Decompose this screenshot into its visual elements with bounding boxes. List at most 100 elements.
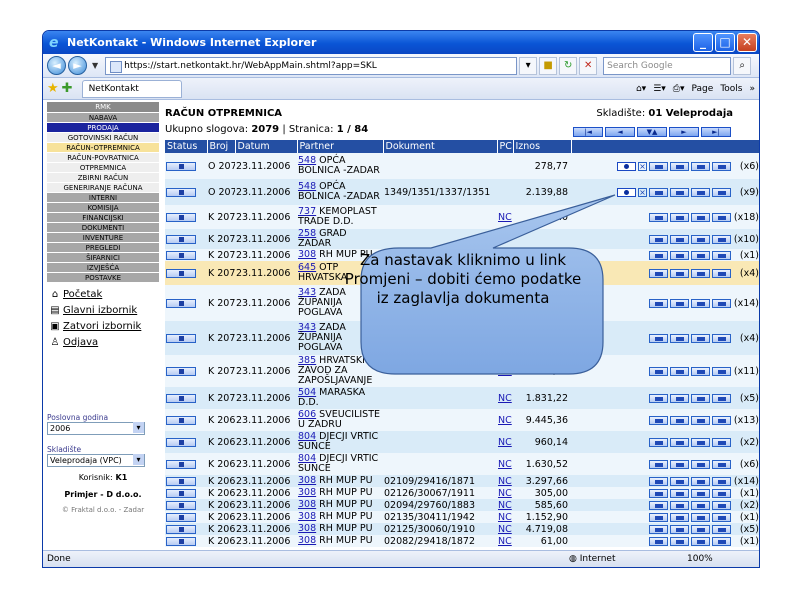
pc-link[interactable]: NC xyxy=(498,212,512,223)
edit-button[interactable] xyxy=(670,268,689,278)
sidebar-item-rmk[interactable]: RMK xyxy=(47,102,159,113)
history-dropdown-icon[interactable]: ▼ xyxy=(92,61,98,70)
edit-button[interactable] xyxy=(670,366,689,376)
list-button[interactable] xyxy=(712,298,731,308)
sidebar-link-1[interactable]: ▤ Glavni izbornik xyxy=(47,303,159,319)
edit-button[interactable] xyxy=(670,212,689,222)
change-button[interactable] xyxy=(617,161,636,171)
partner-link[interactable]: 308 xyxy=(298,535,316,546)
edit-button[interactable] xyxy=(670,488,689,498)
partner-link[interactable]: 308 xyxy=(298,249,316,260)
view-button[interactable] xyxy=(649,393,668,403)
sidebar-item-zbirni-račun[interactable]: ZBIRNI RAČUN xyxy=(47,173,159,183)
list-button[interactable] xyxy=(712,393,731,403)
edit-button[interactable] xyxy=(670,187,689,197)
table-row[interactable]: O 207823.11.2006548 OPĆA BOLNICA -ZADAR1… xyxy=(165,179,759,205)
sidebar-item-financijski[interactable]: FINANCIJSKI xyxy=(47,213,159,223)
status-icon[interactable] xyxy=(166,437,196,447)
print-button[interactable] xyxy=(691,512,710,522)
print-button[interactable] xyxy=(691,459,710,469)
maximize-button[interactable]: □ xyxy=(715,33,735,52)
status-icon[interactable] xyxy=(166,476,196,486)
table-row[interactable]: K 206923.11.2006606 SVEUČILIŠTE U ZADRU N… xyxy=(165,409,759,431)
view-button[interactable] xyxy=(649,234,668,244)
print-button[interactable] xyxy=(691,415,710,425)
edit-button[interactable] xyxy=(670,415,689,425)
table-row[interactable]: K 206623.11.2006308 RH MUP PU02109/29416… xyxy=(165,475,759,487)
delete-icon[interactable]: × xyxy=(638,161,647,171)
change-button[interactable] xyxy=(617,187,636,197)
table-row[interactable]: K 206723.11.2006804 DJEČJI VRTIĆ SUNCE NC… xyxy=(165,453,759,475)
table-row[interactable]: K 207023.11.2006504 MARASKA D.D. NC1.831,… xyxy=(165,387,759,409)
sidebar-item-postavke[interactable]: POSTAVKE xyxy=(47,273,159,283)
close-button[interactable]: ✕ xyxy=(737,33,757,52)
pc-link[interactable]: NC xyxy=(498,476,512,487)
table-row[interactable]: K 207223.11.2006343 ZADA ŽUPANIJA POGLAV… xyxy=(165,321,759,355)
status-icon[interactable] xyxy=(166,212,196,222)
table-row[interactable]: K 207123.11.2006385 HRVATSKI ZAVOD ZA ZA… xyxy=(165,355,759,387)
print-button[interactable] xyxy=(691,437,710,447)
print-button[interactable] xyxy=(691,187,710,197)
list-button[interactable] xyxy=(712,268,731,278)
status-icon[interactable] xyxy=(166,393,196,403)
year-select[interactable]: 2006 xyxy=(47,422,145,435)
delete-icon[interactable]: × xyxy=(638,187,647,197)
add-favorite-icon[interactable]: ✚ xyxy=(62,81,73,96)
view-button[interactable] xyxy=(649,476,668,486)
view-button[interactable] xyxy=(649,298,668,308)
status-icon[interactable] xyxy=(166,298,196,308)
pc-link[interactable]: NC xyxy=(498,512,512,523)
print-button[interactable] xyxy=(691,536,710,546)
print-button[interactable] xyxy=(691,268,710,278)
list-button[interactable] xyxy=(712,488,731,498)
sidebar-link-2[interactable]: ▣ Zatvori izbornik xyxy=(47,319,159,335)
status-icon[interactable] xyxy=(166,187,196,197)
edit-button[interactable] xyxy=(670,234,689,244)
partner-link[interactable]: 308 xyxy=(298,487,316,498)
view-button[interactable] xyxy=(649,161,668,171)
search-icon[interactable]: ⌕ xyxy=(733,56,752,75)
back-icon[interactable]: ◄ xyxy=(47,56,66,75)
warehouse-select[interactable]: Veleprodaja (VPC) xyxy=(47,454,145,467)
lock-icon[interactable]: ■ xyxy=(539,56,558,75)
status-icon[interactable] xyxy=(166,536,196,546)
status-icon[interactable] xyxy=(166,415,196,425)
list-button[interactable] xyxy=(712,476,731,486)
status-icon[interactable] xyxy=(166,488,196,498)
list-button[interactable] xyxy=(712,437,731,447)
edit-button[interactable] xyxy=(670,333,689,343)
search-input[interactable]: Search Google xyxy=(603,56,732,75)
table-row[interactable]: K 207723.11.2006737 KEMOPLAST TRADE D.D.… xyxy=(165,205,759,229)
sidebar-link-0[interactable]: ⌂ Početak xyxy=(47,287,159,303)
list-button[interactable] xyxy=(712,212,731,222)
table-row[interactable]: K 207623.11.2006258 GRAD ZADAR (x10) xyxy=(165,229,759,249)
pager-button-0[interactable]: |◄ xyxy=(573,127,603,137)
status-icon[interactable] xyxy=(166,524,196,534)
stop-icon[interactable]: ✕ xyxy=(579,56,598,75)
list-button[interactable] xyxy=(712,250,731,260)
pc-link[interactable]: NC xyxy=(498,500,512,511)
pager-button-3[interactable]: ► xyxy=(669,127,699,137)
partner-link[interactable]: 308 xyxy=(298,511,316,522)
edit-button[interactable] xyxy=(670,437,689,447)
view-button[interactable] xyxy=(649,268,668,278)
status-icon[interactable] xyxy=(166,366,196,376)
edit-button[interactable] xyxy=(670,459,689,469)
view-button[interactable] xyxy=(649,524,668,534)
sidebar-item-izvješća[interactable]: IZVJEŠĆA xyxy=(47,263,159,273)
address-bar[interactable]: https://start.netkontakt.hr/WebAppMain.s… xyxy=(105,56,518,75)
zoom-level[interactable]: 100% xyxy=(687,551,713,567)
print-button[interactable] xyxy=(691,212,710,222)
home-icon[interactable]: ⌂▾ xyxy=(636,84,646,94)
view-button[interactable] xyxy=(649,333,668,343)
print-button[interactable] xyxy=(691,500,710,510)
pc-link[interactable]: NC xyxy=(498,459,512,470)
sidebar-item-inventure[interactable]: INVENTURE xyxy=(47,233,159,243)
pc-link[interactable]: NC xyxy=(498,393,512,404)
edit-button[interactable] xyxy=(670,250,689,260)
view-button[interactable] xyxy=(649,459,668,469)
status-icon[interactable] xyxy=(166,333,196,343)
print-button[interactable] xyxy=(691,333,710,343)
sidebar-item-račun-otpremnica[interactable]: RAČUN-OTPREMNICA xyxy=(47,143,159,153)
view-button[interactable] xyxy=(649,250,668,260)
